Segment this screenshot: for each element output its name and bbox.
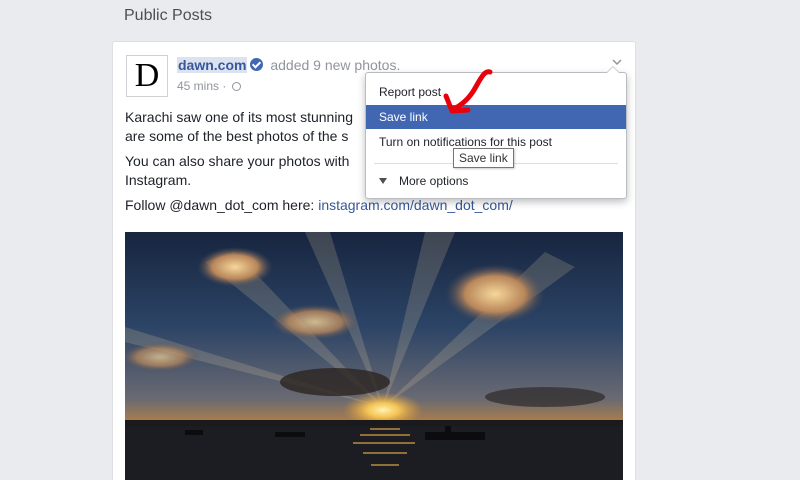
- red-arrow-annotation-icon: [443, 69, 493, 114]
- page-name-link[interactable]: dawn.com: [177, 57, 248, 73]
- triangle-down-icon: [379, 178, 387, 184]
- post-header: dawn.com added 9 new photos.: [177, 57, 400, 73]
- page-avatar[interactable]: D: [126, 55, 168, 97]
- save-link-tooltip: Save link: [453, 148, 514, 168]
- menu-item-report-post[interactable]: Report post: [366, 80, 626, 104]
- menu-item-more-options[interactable]: More options: [366, 169, 626, 193]
- post-photo[interactable]: [125, 232, 623, 480]
- post-options-menu: Report post Save link Turn on notificati…: [365, 66, 627, 199]
- section-title: Public Posts: [124, 7, 213, 24]
- more-options-label: More options: [399, 174, 469, 188]
- post-timestamp[interactable]: 45 mins ·: [177, 79, 230, 93]
- instagram-link[interactable]: instagram.com/dawn_dot_com/: [318, 197, 513, 213]
- menu-item-save-link[interactable]: Save link: [366, 105, 626, 129]
- post-meta: 45 mins ·: [177, 79, 241, 93]
- globe-icon[interactable]: [231, 82, 241, 91]
- post-action-text: added 9 new photos.: [270, 57, 401, 73]
- verified-badge-icon: [250, 58, 264, 71]
